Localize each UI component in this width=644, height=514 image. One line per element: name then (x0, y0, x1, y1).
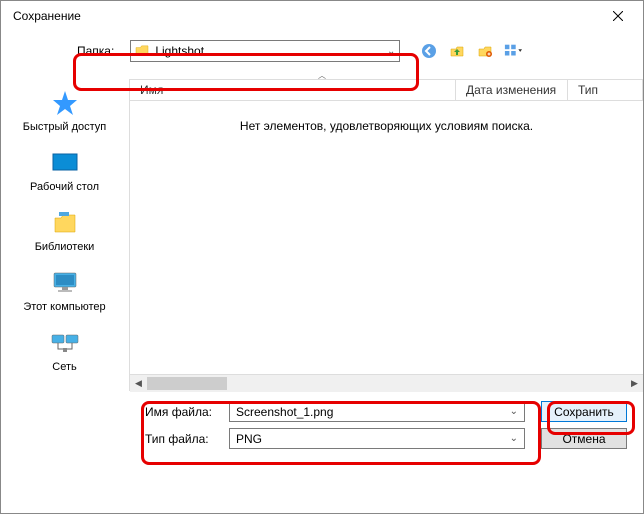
main-area: Быстрый доступ Рабочий стол Библиотеки Э… (1, 79, 643, 391)
network-icon (49, 327, 81, 359)
chevron-down-icon: ⌄ (387, 46, 395, 57)
filetype-label: Тип файла: (145, 432, 221, 446)
folder-toolbar: Папка: Lightshot ⌄ (1, 31, 643, 71)
up-button[interactable] (448, 42, 466, 60)
file-area: Имя Дата изменения Тип Нет элементов, уд… (129, 79, 643, 391)
libraries-icon (49, 207, 81, 239)
view-button[interactable] (504, 42, 522, 60)
cancel-button[interactable]: Отмена (541, 428, 627, 449)
sidebar-label: Сеть (52, 361, 76, 373)
view-menu-icon (504, 43, 522, 59)
sidebar-item-network[interactable]: Сеть (1, 325, 128, 375)
filetype-value: PNG (236, 432, 510, 446)
empty-message: Нет элементов, удовлетворяющих условиям … (144, 119, 629, 133)
file-list[interactable]: Нет элементов, удовлетворяющих условиям … (130, 101, 643, 374)
folder-name: Lightshot (155, 44, 387, 58)
close-button[interactable] (597, 2, 639, 30)
folder-up-icon (449, 43, 465, 59)
dialog-buttons: Сохранить Отмена (541, 401, 627, 449)
scroll-thumb[interactable] (147, 377, 227, 390)
filename-row: Имя файла: Screenshot_1.png ⌄ (145, 401, 525, 422)
save-dialog: Сохранение Папка: Lightshot ⌄ (0, 0, 644, 514)
titlebar: Сохранение (1, 1, 643, 31)
folder-dropdown[interactable]: Lightshot ⌄ (130, 40, 400, 62)
filename-value: Screenshot_1.png (236, 405, 510, 419)
folder-label: Папка: (77, 44, 114, 58)
column-type[interactable]: Тип (568, 80, 643, 100)
chevron-down-icon: ⌄ (510, 433, 518, 444)
quickaccess-icon (49, 87, 81, 119)
sidebar-item-thispc[interactable]: Этот компьютер (1, 265, 128, 315)
column-date[interactable]: Дата изменения (456, 80, 568, 100)
save-button[interactable]: Сохранить (541, 401, 627, 422)
sidebar-label: Библиотеки (35, 241, 95, 253)
column-name[interactable]: Имя (130, 80, 456, 100)
filetype-row: Тип файла: PNG ⌄ (145, 428, 525, 449)
dialog-title: Сохранение (13, 9, 81, 23)
sidebar-item-quickaccess[interactable]: Быстрый доступ (1, 85, 128, 135)
new-folder-button[interactable] (476, 42, 494, 60)
places-sidebar: Быстрый доступ Рабочий стол Библиотеки Э… (1, 79, 129, 391)
sidebar-label: Быстрый доступ (23, 121, 107, 133)
sidebar-item-libraries[interactable]: Библиотеки (1, 205, 128, 255)
chevron-down-icon: ⌄ (510, 406, 518, 417)
new-folder-icon (477, 43, 493, 59)
bottom-panel: Имя файла: Screenshot_1.png ⌄ Тип файла:… (1, 391, 643, 459)
computer-icon (49, 267, 81, 299)
folder-icon (135, 45, 149, 57)
sidebar-label: Этот компьютер (23, 301, 105, 313)
toolbar-icons (420, 42, 522, 60)
back-icon (421, 43, 437, 59)
filetype-dropdown[interactable]: PNG ⌄ (229, 428, 525, 449)
sidebar-label: Рабочий стол (30, 181, 99, 193)
horizontal-scrollbar[interactable]: ◀ ▶ (130, 374, 643, 391)
sidebar-item-desktop[interactable]: Рабочий стол (1, 145, 128, 195)
scroll-track[interactable] (147, 375, 626, 392)
collapse-bar[interactable]: ︿ (1, 71, 643, 79)
scroll-left-button[interactable]: ◀ (130, 375, 147, 392)
desktop-icon (49, 147, 81, 179)
close-icon (613, 11, 623, 21)
filename-input[interactable]: Screenshot_1.png ⌄ (229, 401, 525, 422)
scroll-right-button[interactable]: ▶ (626, 375, 643, 392)
filename-label: Имя файла: (145, 405, 221, 419)
file-fields: Имя файла: Screenshot_1.png ⌄ Тип файла:… (145, 401, 525, 449)
columns-header: Имя Дата изменения Тип (130, 79, 643, 101)
back-button[interactable] (420, 42, 438, 60)
